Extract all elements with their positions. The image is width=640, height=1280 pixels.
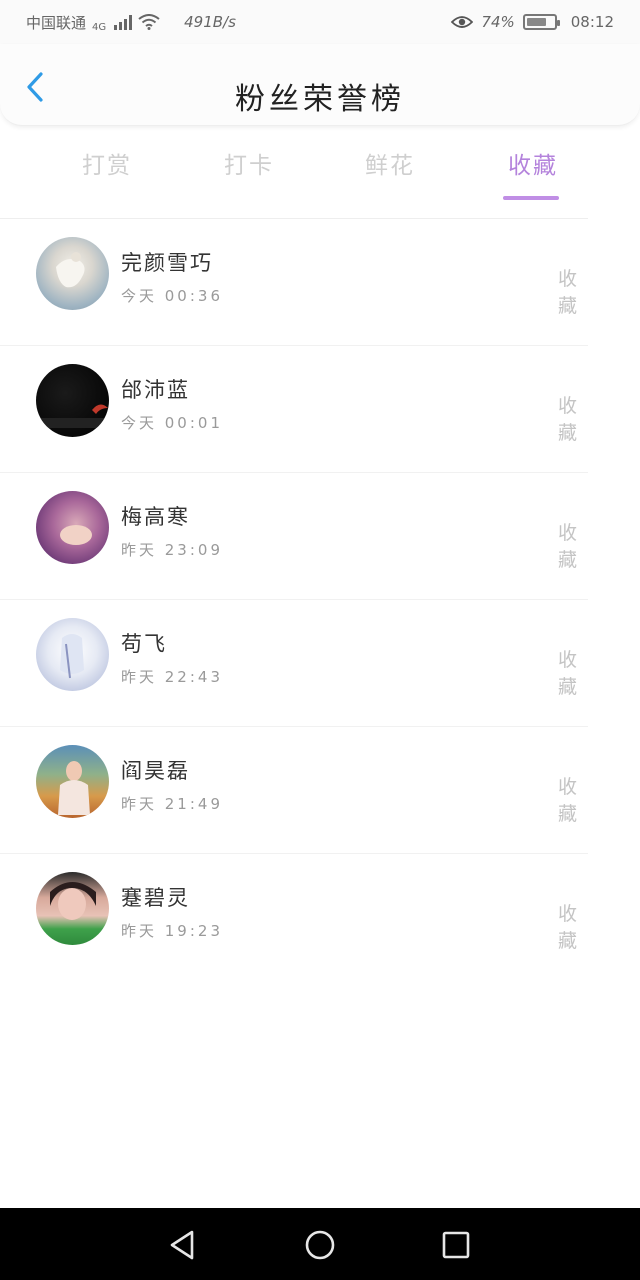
list-item[interactable]: 梅高寒 昨天 23:09 收藏	[0, 472, 588, 599]
list-item[interactable]: 阎昊磊 昨天 21:49 收藏	[0, 726, 588, 853]
favorite-label: 收藏	[558, 903, 579, 952]
header: 粉丝荣誉榜	[0, 44, 640, 126]
circle-home-icon[interactable]	[303, 1228, 337, 1262]
avatar	[36, 364, 109, 437]
wifi-icon	[138, 14, 160, 30]
page-title: 粉丝荣誉榜	[235, 82, 405, 117]
tab-favorites[interactable]: 收藏	[493, 146, 573, 200]
fan-name: 邰沛蓝	[121, 378, 190, 402]
net-speed: 491B/s	[184, 13, 236, 31]
favorite-label: 收藏	[558, 268, 579, 317]
favorite-label: 收藏	[558, 522, 579, 571]
avatar	[36, 872, 109, 945]
battery-icon	[522, 14, 560, 30]
signal-icon	[114, 14, 133, 30]
list-item[interactable]: 完颜雪巧 今天 00:36 收藏	[0, 218, 588, 345]
network-label: 4G	[92, 21, 107, 33]
list-item[interactable]: 苟飞 昨天 22:43 收藏	[0, 599, 588, 726]
fan-name: 苟飞	[121, 632, 167, 656]
fan-time: 昨天 23:09	[121, 541, 223, 559]
fan-name: 蹇碧灵	[121, 886, 190, 910]
fan-name: 梅高寒	[121, 505, 190, 529]
navigation-bar	[0, 1208, 640, 1280]
tab-favorites-label: 收藏	[508, 153, 558, 179]
avatar	[36, 491, 109, 564]
square-recent-icon[interactable]	[439, 1228, 473, 1262]
active-tab-indicator	[503, 196, 559, 200]
tab-bar: 打赏 打卡 鲜花 收藏	[0, 140, 640, 200]
tab-checkin[interactable]: 打卡	[209, 146, 289, 180]
battery-percent: 74%	[481, 13, 515, 31]
tab-reward[interactable]: 打赏	[67, 146, 147, 180]
fan-time: 今天 00:01	[121, 414, 223, 432]
clock: 08:12	[570, 13, 614, 31]
fan-name: 完颜雪巧	[121, 251, 213, 275]
avatar	[36, 745, 109, 818]
fan-time: 昨天 19:23	[121, 922, 223, 940]
avatar	[36, 618, 109, 691]
favorite-label: 收藏	[558, 395, 579, 444]
list-item[interactable]: 邰沛蓝 今天 00:01 收藏	[0, 345, 588, 472]
fan-time: 昨天 22:43	[121, 668, 223, 686]
carrier-label: 中国联通	[26, 13, 87, 32]
tab-flowers[interactable]: 鲜花	[350, 146, 430, 180]
avatar	[36, 237, 109, 310]
favorite-label: 收藏	[558, 776, 579, 825]
triangle-back-icon[interactable]	[166, 1228, 200, 1262]
list-item[interactable]: 蹇碧灵 昨天 19:23 收藏	[0, 853, 588, 980]
fan-name: 阎昊磊	[121, 759, 190, 783]
fan-time: 昨天 21:49	[121, 795, 223, 813]
fan-list: 完颜雪巧 今天 00:36 收藏 邰沛蓝 今天 00:01 收藏 梅高寒 昨天 …	[0, 218, 640, 980]
favorite-label: 收藏	[558, 649, 579, 698]
eye-icon	[451, 16, 474, 28]
status-bar: 中国联通 4G 491B/s 74% 08:12	[0, 0, 640, 44]
fan-time: 今天 00:36	[121, 287, 223, 305]
